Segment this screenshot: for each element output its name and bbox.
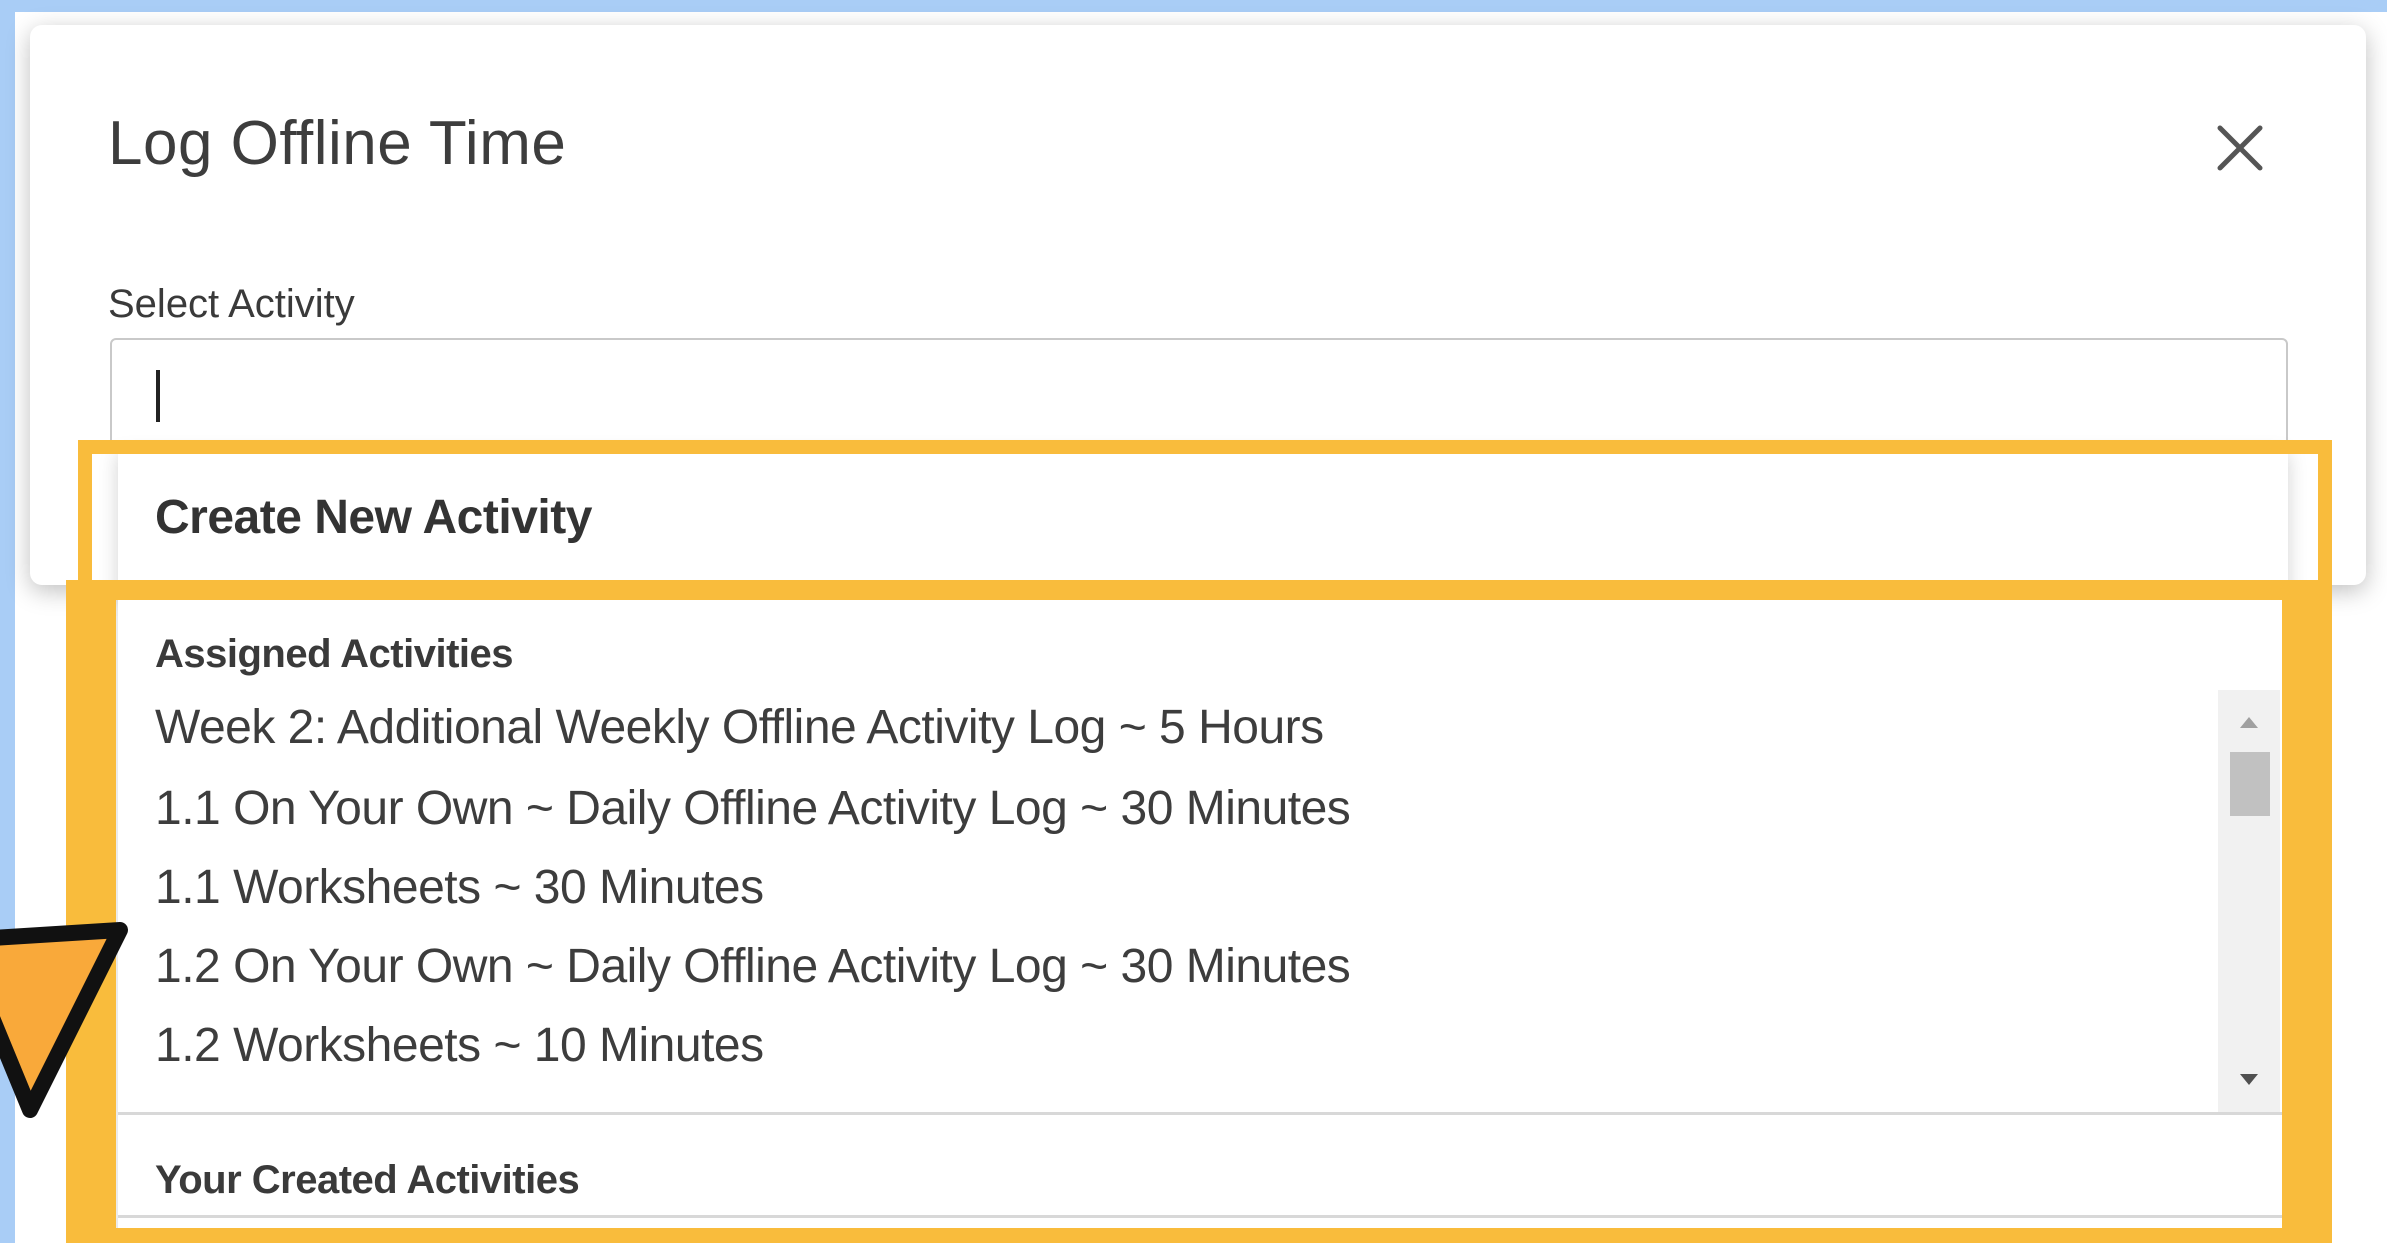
select-activity-input[interactable] [110, 338, 2288, 446]
create-new-activity-option[interactable]: Create New Activity [155, 490, 592, 545]
list-item[interactable]: 1.2 On Your Own ~ Daily Offline Activity… [155, 939, 1351, 994]
scroll-up-button[interactable] [2234, 708, 2264, 738]
close-icon [2217, 125, 2263, 171]
triangle-up-icon [2240, 717, 2258, 728]
close-button[interactable] [2210, 118, 2270, 178]
list-item-partial[interactable] [155, 1095, 1205, 1112]
list-item[interactable]: 1.2 Worksheets ~ 10 Minutes [155, 1018, 764, 1073]
bottom-divider [118, 1215, 2288, 1218]
screen: Log Offline Time Select Activity Create … [0, 0, 2387, 1243]
assigned-activities-list: Week 2: Additional Weekly Offline Activi… [118, 690, 2218, 1112]
select-activity-label: Select Activity [108, 282, 355, 326]
list-item[interactable]: Week 2: Additional Weekly Offline Activi… [155, 700, 1324, 755]
assigned-activities-header: Assigned Activities [155, 632, 514, 676]
your-created-activities-header: Your Created Activities [155, 1158, 580, 1202]
text-caret [156, 370, 160, 422]
triangle-down-icon [2240, 1074, 2258, 1085]
list-item[interactable]: 1.1 Worksheets ~ 30 Minutes [155, 860, 764, 915]
modal-title: Log Offline Time [108, 109, 567, 178]
scroll-thumb[interactable] [2230, 752, 2270, 816]
dropdown-divider [118, 590, 2288, 593]
list-item[interactable]: 1.1 On Your Own ~ Daily Offline Activity… [155, 781, 1351, 836]
section-divider [118, 1112, 2288, 1115]
scroll-down-button[interactable] [2234, 1064, 2264, 1094]
